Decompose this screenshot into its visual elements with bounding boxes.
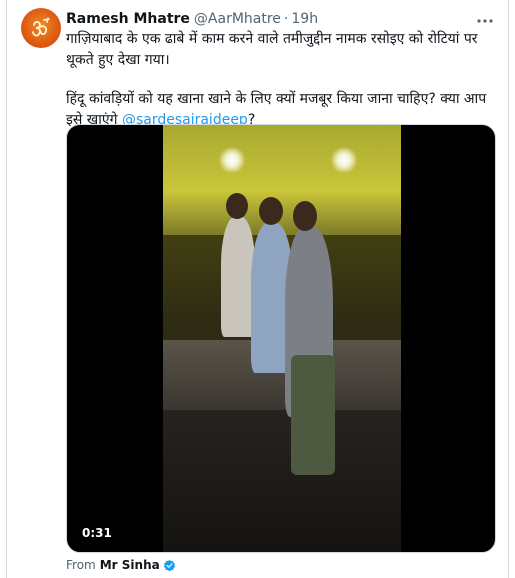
source-account-link[interactable]: Mr Sinha	[100, 558, 160, 572]
tweet-text: गाज़ियाबाद के एक ढाबे में काम करने वाले …	[66, 29, 496, 131]
video-player[interactable]: 0:31	[66, 124, 496, 553]
more-options-button[interactable]	[474, 8, 496, 28]
author-avatar[interactable]	[21, 8, 61, 48]
tweet-text-paragraph-1: गाज़ियाबाद के एक ढाबे में काम करने वाले …	[66, 31, 478, 68]
om-symbol-icon	[28, 15, 54, 41]
tweet-header: Ramesh Mhatre @AarMhatre · 19h	[66, 9, 318, 29]
more-dots-icon	[476, 9, 494, 28]
separator: ·	[283, 11, 289, 27]
author-name[interactable]: Ramesh Mhatre	[66, 11, 190, 27]
video-frame	[163, 125, 401, 552]
verified-badge-icon	[163, 559, 176, 572]
video-duration: 0:31	[77, 524, 117, 542]
tweet-timestamp[interactable]: 19h	[291, 11, 318, 27]
tweet-card[interactable]: Ramesh Mhatre @AarMhatre · 19h गाज़ियाबा…	[6, 0, 509, 578]
author-handle[interactable]: @AarMhatre	[194, 11, 281, 27]
from-label: From	[66, 558, 96, 572]
video-source-attribution: From Mr Sinha	[66, 557, 176, 573]
